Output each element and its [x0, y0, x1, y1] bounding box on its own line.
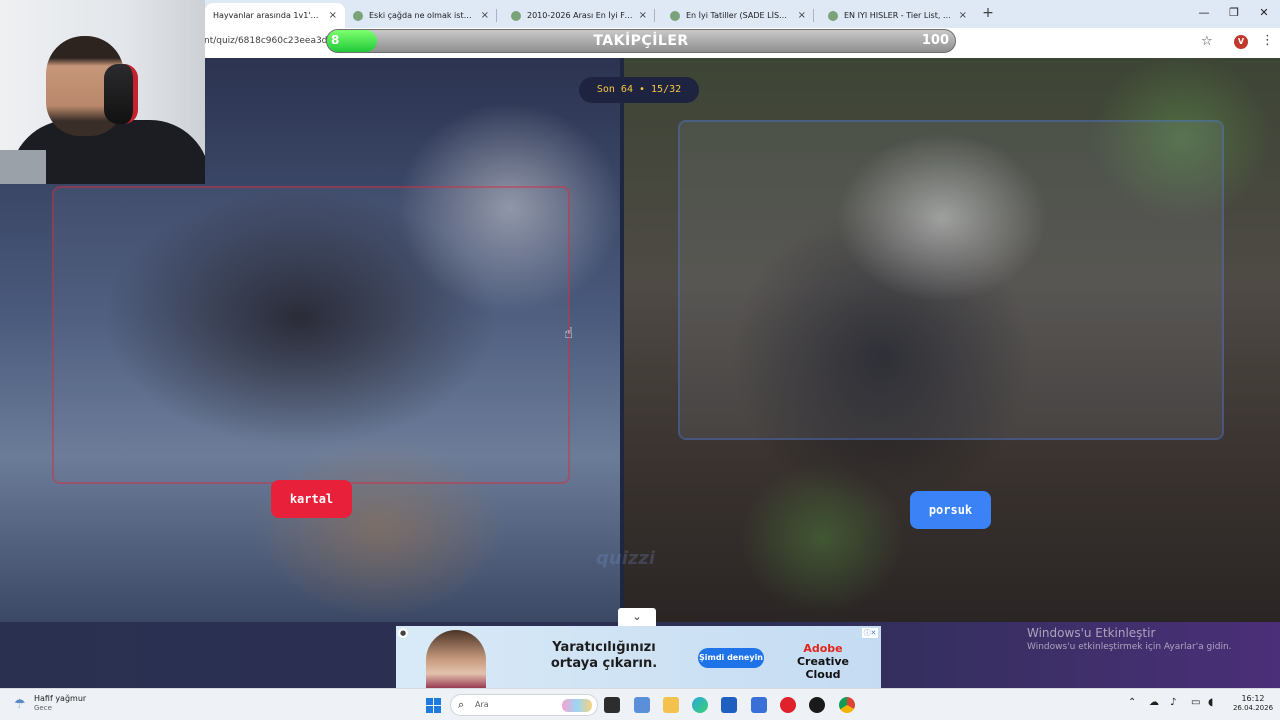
edge-browser-icon[interactable] [692, 697, 708, 713]
tab-separator [813, 9, 814, 22]
chevron-down-icon[interactable]: ⌄ [618, 608, 656, 626]
tab-label: Eski çağda ne olmak isterdin ? [369, 11, 475, 20]
tab-hayvanlar[interactable]: Hayvanlar arasında 1v1'de kim × [205, 3, 345, 28]
follower-bar-title: TAKİPÇİLER [593, 33, 689, 49]
close-tab-icon[interactable]: × [329, 10, 337, 21]
clock-date: 26.04.2026 [1232, 704, 1274, 712]
media-app-icon[interactable] [809, 697, 825, 713]
choice-button-left[interactable]: kartal [271, 480, 352, 518]
ad-person-image [426, 630, 486, 688]
site-favicon-icon [353, 10, 363, 21]
ad-choices-icon[interactable]: ⓘ✕ [862, 628, 878, 638]
ad-brand-line1: Adobe [803, 642, 843, 655]
site-favicon-icon [828, 10, 838, 21]
ad-badge-icon[interactable]: ● [398, 628, 408, 638]
follower-goal-bar: 8 TAKİPÇİLER 100 [326, 29, 956, 53]
tray-expand-icon[interactable]: ⌃ [1128, 697, 1136, 708]
weather-title: Hafif yağmur [34, 694, 87, 703]
close-window-icon[interactable]: ✕ [1249, 4, 1279, 22]
minimize-icon[interactable]: — [1189, 4, 1219, 22]
network-icon[interactable]: ▭ [1191, 697, 1200, 708]
tab-label: EN IYI HISLER - Tier List, Kör Sır [844, 11, 953, 20]
mail-app-icon[interactable] [751, 697, 767, 713]
tab-hisler[interactable]: EN IYI HISLER - Tier List, Kör Sır × [820, 3, 975, 28]
tab-label: En İyi Tatiller (SADE LİSTE) - Tier [686, 11, 792, 20]
file-explorer-icon[interactable] [663, 697, 679, 713]
task-view-icon[interactable] [604, 697, 620, 713]
center-divider [620, 58, 624, 626]
choice-button-right[interactable]: porsuk [910, 491, 991, 529]
left-image-frame [52, 186, 570, 484]
tab-eski-cag[interactable]: Eski çağda ne olmak isterdin ? × [345, 3, 497, 28]
search-icon: ⌕ [458, 698, 465, 711]
windows-activation-watermark: Windows'u Etkinleştir Windows'u etkinleş… [1027, 626, 1232, 652]
ad-brand-logo: Adobe Creative Cloud [778, 642, 868, 681]
close-tab-icon[interactable]: × [481, 10, 489, 21]
round-counter-badge: Son 64 • 15/32 [579, 77, 699, 103]
bookmark-star-icon[interactable]: ☆ [1201, 34, 1213, 49]
tab-separator [496, 9, 497, 22]
tab-separator [654, 9, 655, 22]
activation-subtitle: Windows'u etkinleştirmek için Ayarlar'a … [1027, 642, 1232, 652]
opera-browser-icon[interactable] [780, 697, 796, 713]
search-placeholder: Ara [475, 700, 489, 709]
ad-headline: Yaratıcılığınızı ortaya çıkarın. [550, 640, 658, 671]
tab-tatiller[interactable]: En İyi Tatiller (SADE LİSTE) - Tier × [662, 3, 814, 28]
taskbar-search-box[interactable]: ⌕ Ara [450, 694, 598, 716]
clock-time: 16:12 [1241, 694, 1265, 703]
site-favicon-icon [670, 10, 680, 21]
right-image-frame [678, 120, 1224, 440]
activation-title: Windows'u Etkinleştir [1027, 626, 1156, 640]
taskbar-clock[interactable]: 16:12 26.04.2026 [1230, 694, 1276, 712]
screen: Hayvanlar arasında 1v1'de kim × Eski çağ… [0, 0, 1280, 720]
follower-goal-count: 100 [921, 33, 949, 48]
widgets-app-icon[interactable] [634, 697, 650, 713]
headset-icon [104, 64, 138, 124]
tab-label: Hayvanlar arasında 1v1'de kim [213, 11, 323, 20]
windows-taskbar: ☂ Hafif yağmur Gece ⌕ Ara ⌃ ☁ ♪ ▭ ◖ 16:1… [0, 688, 1280, 720]
ad-brand-line2: Creative Cloud [796, 655, 850, 681]
site-watermark-logo: quizzi [596, 548, 655, 569]
close-tab-icon[interactable]: × [959, 10, 967, 21]
webcam-overlay [0, 0, 205, 184]
site-favicon-icon [511, 10, 521, 21]
tray-cloud-icon[interactable]: ☁ [1149, 697, 1159, 708]
url-field[interactable]: nt/quiz/6818c960c23eea3de7 [204, 36, 339, 46]
windows-start-icon[interactable] [426, 698, 441, 713]
chrome-browser-icon[interactable] [839, 697, 855, 713]
store-app-icon[interactable] [721, 697, 737, 713]
volume-icon[interactable]: ◖ [1208, 697, 1213, 708]
weather-subtitle: Gece [34, 704, 52, 712]
extension-icon[interactable]: V [1234, 35, 1248, 49]
hand-cursor-icon: ☝ [564, 324, 574, 342]
close-tab-icon[interactable]: × [639, 10, 647, 21]
monitor-edge [0, 150, 46, 184]
more-menu-icon[interactable]: ⋮ [1261, 33, 1274, 48]
weather-rain-icon[interactable]: ☂ [14, 697, 26, 712]
close-tab-icon[interactable]: × [798, 10, 806, 21]
weather-widget[interactable]: Hafif yağmur Gece [34, 694, 86, 712]
microphone-icon[interactable]: ♪ [1170, 697, 1176, 708]
ad-banner[interactable]: Yaratıcılığınızı ortaya çıkarın. Şimdi d… [396, 626, 881, 688]
new-tab-icon[interactable]: + [980, 5, 996, 21]
ad-cta-button[interactable]: Şimdi deneyin [698, 648, 764, 668]
restore-icon[interactable]: ❐ [1219, 4, 1249, 22]
tab-label: 2010-2026 Arası En İyi Futbolcu [527, 11, 633, 20]
search-highlight-icon [562, 699, 592, 712]
tab-futbolcu[interactable]: 2010-2026 Arası En İyi Futbolcu × [503, 3, 655, 28]
